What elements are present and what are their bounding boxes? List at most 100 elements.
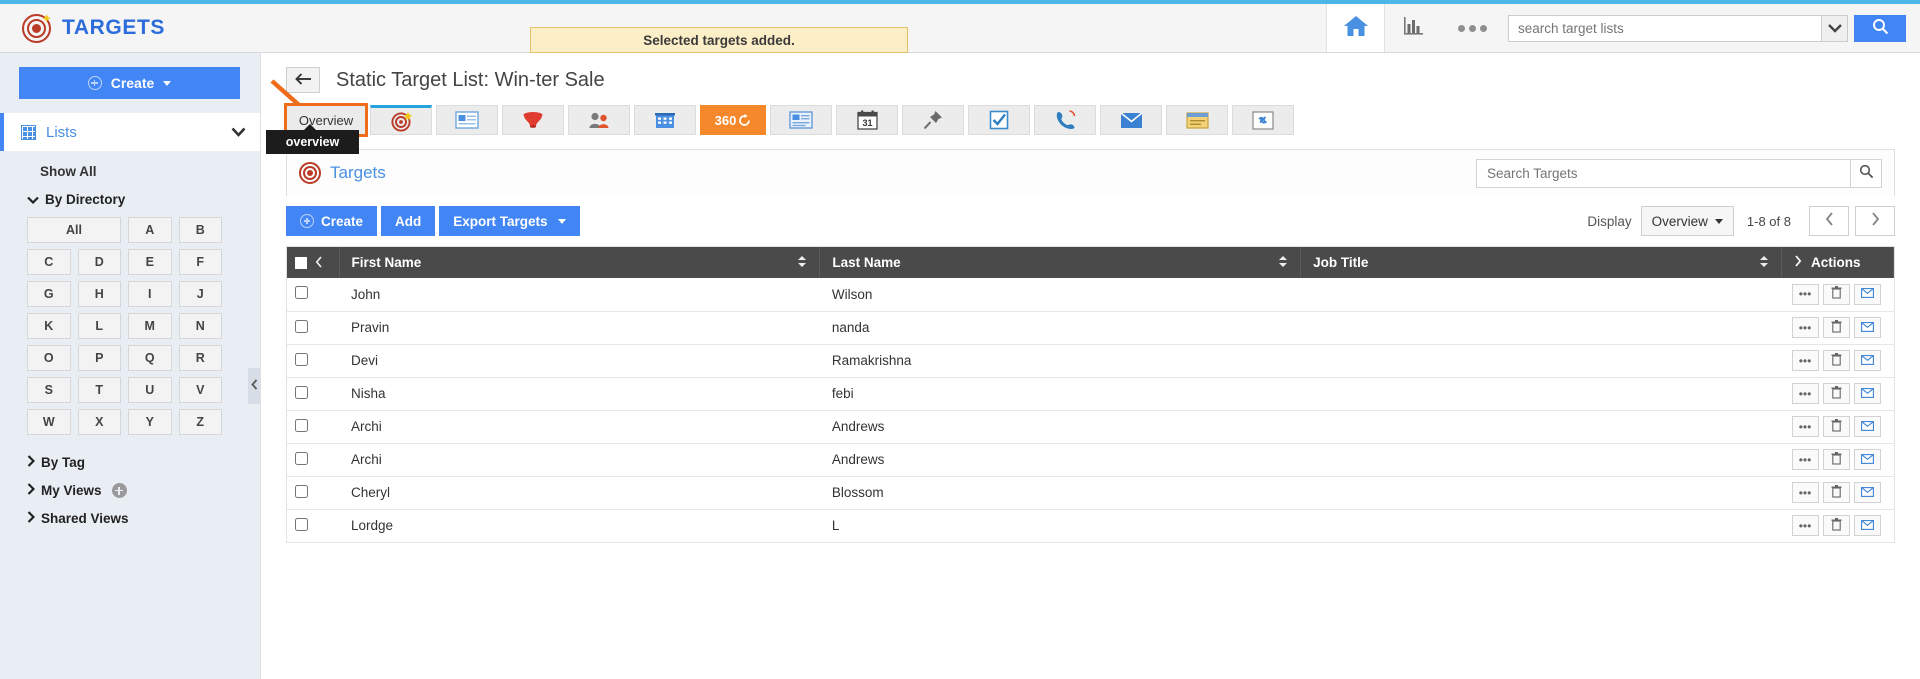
tab-targets[interactable] [370,105,432,135]
alpha-button-s[interactable]: S [27,377,71,403]
alpha-button-r[interactable]: R [178,345,222,371]
sort-icon[interactable] [1278,255,1288,270]
row-delete-button[interactable] [1822,383,1850,404]
brand[interactable]: ✦ TARGETS [0,4,185,52]
sort-icon[interactable] [797,255,807,270]
tab-pins[interactable] [902,105,964,135]
row-delete-button[interactable] [1822,317,1850,338]
row-delete-button[interactable] [1822,515,1850,536]
tab-attachments[interactable] [1232,105,1294,135]
sidebar-show-all[interactable]: Show All [0,151,260,179]
tab-calls[interactable] [1034,105,1096,135]
row-delete-button[interactable] [1822,482,1850,503]
row-checkbox[interactable] [295,451,308,465]
alpha-button-b[interactable]: B [178,217,222,243]
alpha-button-g[interactable]: G [27,281,71,307]
tab-contacts[interactable] [436,105,498,135]
alpha-button-l[interactable]: L [77,313,121,339]
row-checkbox-cell[interactable] [287,311,339,345]
row-checkbox[interactable] [295,286,308,300]
alpha-button-f[interactable]: F [178,249,222,275]
row-delete-button[interactable] [1822,350,1850,371]
row-more-button[interactable]: ••• [1791,416,1819,437]
alpha-button-v[interactable]: V [178,377,222,403]
alpha-button-z[interactable]: Z [178,409,222,435]
column-header-first-name[interactable]: First Name [339,247,821,278]
table-row[interactable]: Pravin nanda ••• [287,311,1894,345]
chevron-left-icon[interactable] [315,255,323,270]
column-header-job-title[interactable]: Job Title [1300,247,1782,278]
alpha-button-n[interactable]: N [178,313,222,339]
alpha-button-j[interactable]: J [178,281,222,307]
tab-tasks[interactable] [968,105,1030,135]
alpha-button-e[interactable]: E [128,249,172,275]
alpha-button-y[interactable]: Y [128,409,172,435]
tab-leads[interactable] [568,105,630,135]
tab-emails[interactable] [1100,105,1162,135]
alpha-button-h[interactable]: H [77,281,121,307]
alpha-button-w[interactable]: W [27,409,71,435]
alpha-button-q[interactable]: Q [128,345,172,371]
sidebar-item-lists[interactable]: Lists [0,113,260,151]
home-button[interactable] [1326,4,1384,52]
sidebar-group-by-tag[interactable]: By Tag [0,435,260,470]
next-page-button[interactable] [1855,206,1895,236]
row-checkbox-cell[interactable] [287,509,339,543]
row-checkbox-cell[interactable] [287,377,339,411]
sort-icon[interactable] [1759,255,1769,270]
alpha-button-u[interactable]: U [128,377,172,403]
prev-page-button[interactable] [1809,206,1849,236]
alpha-button-m[interactable]: M [128,313,172,339]
row-more-button[interactable]: ••• [1791,515,1819,536]
display-mode-dropdown[interactable]: Overview [1640,206,1734,236]
row-email-button[interactable] [1853,350,1881,371]
alpha-button-t[interactable]: T [77,377,121,403]
export-targets-button[interactable]: Export Targets [439,206,580,236]
row-checkbox-cell[interactable] [287,476,339,510]
alpha-button-d[interactable]: D [77,249,121,275]
row-email-button[interactable] [1853,416,1881,437]
add-view-icon[interactable] [111,483,127,498]
search-input[interactable] [1508,14,1821,42]
search-submit-button[interactable] [1854,14,1906,42]
table-row[interactable]: Archi Andrews ••• [287,443,1894,477]
tab-news[interactable] [770,105,832,135]
alpha-button-o[interactable]: O [27,345,71,371]
chevron-down-icon[interactable] [231,124,246,141]
row-checkbox-cell[interactable] [287,344,339,378]
sidebar-group-my-views[interactable]: My Views [0,470,260,498]
checkbox-icon[interactable] [295,256,307,269]
row-more-button[interactable]: ••• [1791,482,1819,503]
alpha-button-i[interactable]: I [128,281,172,307]
create-target-button[interactable]: Create [286,206,378,236]
charts-button[interactable] [1384,4,1442,52]
row-delete-button[interactable] [1822,416,1850,437]
alpha-button-a[interactable]: A [128,217,172,243]
row-delete-button[interactable] [1822,449,1850,470]
row-email-button[interactable] [1853,283,1881,305]
row-delete-button[interactable] [1822,283,1850,305]
row-email-button[interactable] [1853,482,1881,503]
row-more-button[interactable]: ••• [1791,383,1819,404]
alpha-button-c[interactable]: C [27,249,71,275]
search-targets-button[interactable] [1850,158,1882,188]
row-checkbox[interactable] [295,517,308,531]
table-row[interactable]: Devi Ramakrishna ••• [287,344,1894,378]
row-email-button[interactable] [1853,449,1881,470]
search-scope-dropdown[interactable] [1821,14,1848,42]
table-row[interactable]: Cheryl Blossom ••• [287,476,1894,510]
alpha-button-p[interactable]: P [77,345,121,371]
search-targets-input[interactable] [1476,158,1850,188]
sidebar-group-by-directory[interactable]: By Directory [0,179,260,207]
row-checkbox[interactable] [295,352,308,366]
chevron-right-icon[interactable] [1794,255,1802,270]
row-checkbox[interactable] [295,418,308,432]
column-header-last-name[interactable]: Last Name [819,247,1302,278]
row-checkbox-cell[interactable] [287,410,339,444]
more-menu-button[interactable] [1442,4,1502,52]
row-checkbox[interactable] [295,484,308,498]
row-more-button[interactable]: ••• [1791,283,1819,305]
alpha-button-k[interactable]: K [27,313,71,339]
row-email-button[interactable] [1853,383,1881,404]
select-all-cell[interactable] [287,247,340,278]
